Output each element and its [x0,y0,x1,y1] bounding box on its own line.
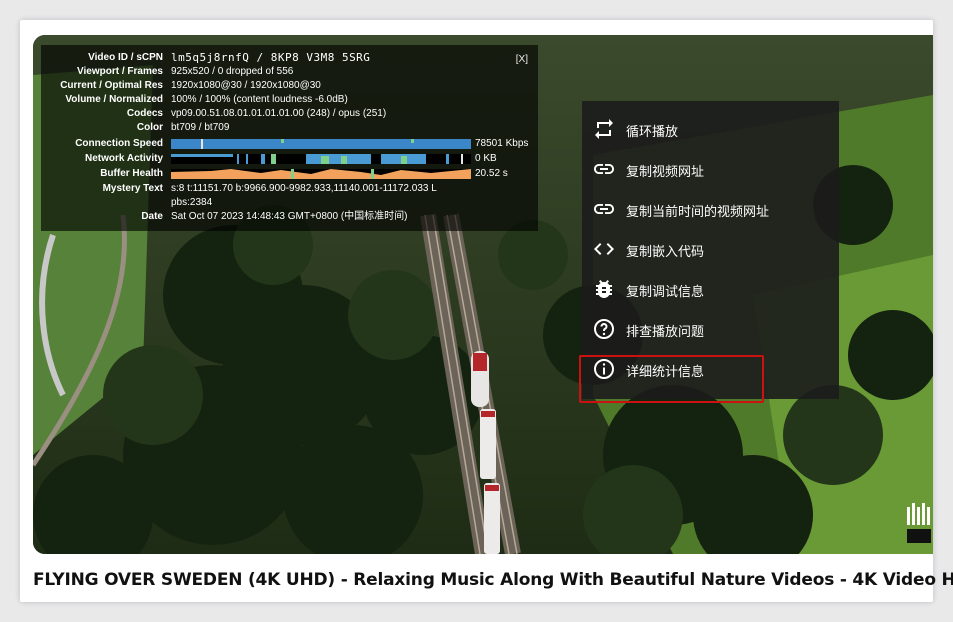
menu-item-copy-video-url[interactable]: 复制视频网址 [582,149,839,189]
stats-value: 78501 Kbps [475,138,529,149]
menu-item-label: 排查播放问题 [626,325,705,340]
stats-for-nerds-panel: [X] Video ID / sCPN lm5q5j8rnfQ / 8KP8 V… [41,45,538,231]
stats-value: lm5q5j8rnfQ / 8KP8 V3M8 5SRG [171,51,371,64]
stats-row-video-id: Video ID / sCPN lm5q5j8rnfQ / 8KP8 V3M8 … [41,51,538,65]
link-icon [594,204,614,214]
menu-item-troubleshoot[interactable]: 排查播放问题 [582,309,839,349]
menu-item-copy-url-at-time[interactable]: 复制当前时间的视频网址 [582,189,839,229]
stats-label: Volume / Normalized [65,94,163,105]
stats-label: Color [136,122,163,133]
stats-label: Codecs [126,108,163,119]
bug-icon [596,280,612,298]
menu-item-label: 循环播放 [626,125,679,140]
stats-label: Network Activity [85,153,163,164]
stats-row-mystery-text: Mystery Text s:8 t:11151.70 b:9966.900-9… [41,182,538,196]
stats-label: Connection Speed [75,138,163,149]
help-icon [594,319,614,339]
stats-row-resolution: Current / Optimal Res 1920x1080@30 / 192… [41,79,538,93]
menu-item-copy-embed-code[interactable]: 复制嵌入代码 [582,229,839,269]
stats-value: 925x520 / 0 dropped of 556 [171,66,294,77]
stats-value: 100% / 100% (content loudness -6.0dB) [171,94,348,105]
stats-value: pbs:2384 [171,197,213,208]
channel-watermark-logo [907,503,931,543]
stats-label: Viewport / Frames [77,66,163,77]
video-title[interactable]: FLYING OVER SWEDEN (4K UHD) - Relaxing M… [33,570,953,590]
stats-label: Date [141,211,163,222]
menu-item-label: 复制当前时间的视频网址 [626,205,770,220]
stats-label: Video ID / sCPN [88,52,163,63]
player-context-menu: 循环播放 复制视频网址 复制当前时间的视频网址 复制嵌入代码 复制调试信息 排查… [582,101,839,399]
menu-item-label: 复制调试信息 [626,285,705,300]
link-icon [594,164,614,174]
menu-item-label: 详细统计信息 [626,365,705,380]
stats-value: 20.52 s [475,168,508,179]
stats-value: 1920x1080@30 / 1920x1080@30 [171,80,321,91]
info-icon [594,359,614,379]
network-activity-graph [171,154,471,164]
stats-row-codecs: Codecs vp09.00.51.08.01.01.01.01.00 (248… [41,107,538,121]
stats-value: bt709 / bt709 [171,122,230,133]
menu-item-label: 复制嵌入代码 [626,245,705,260]
connection-speed-graph [171,139,471,149]
stats-row-viewport: Viewport / Frames 925x520 / 0 dropped of… [41,65,538,79]
stats-row-date: Date Sat Oct 07 2023 14:48:43 GMT+0800 (… [41,210,538,224]
stats-value: Sat Oct 07 2023 14:48:43 GMT+0800 (中国标准时… [171,211,408,222]
buffer-health-graph [171,169,471,179]
stats-value: 0 KB [475,153,497,164]
stats-row-connection-speed: Connection Speed 78501 Kbps [41,137,538,151]
stats-label: Mystery Text [102,183,163,194]
stats-label: Current / Optimal Res [60,80,163,91]
stats-row-mystery-text-cont: pbs:2384 [41,196,538,210]
stats-label: Buffer Health [100,168,163,179]
stats-value: vp09.00.51.08.01.01.01.01.00 (248) / opu… [171,108,387,119]
menu-item-loop[interactable]: 循环播放 [582,109,839,149]
stats-row-color: Color bt709 / bt709 [41,121,538,135]
menu-item-stats-for-nerds[interactable]: 详细统计信息 [582,349,839,389]
menu-item-label: 复制视频网址 [626,165,705,180]
menu-item-copy-debug-info[interactable]: 复制调试信息 [582,269,839,309]
video-player[interactable]: [X] Video ID / sCPN lm5q5j8rnfQ / 8KP8 V… [33,35,933,554]
stats-row-network-activity: Network Activity 0 KB [41,152,538,166]
embed-code-icon [594,243,614,255]
stats-row-volume: Volume / Normalized 100% / 100% (content… [41,93,538,107]
loop-icon [595,119,613,139]
stats-value: s:8 t:11151.70 b:9966.900-9982.933,11140… [171,183,437,194]
stats-row-buffer-health: Buffer Health 20.52 s [41,167,538,181]
